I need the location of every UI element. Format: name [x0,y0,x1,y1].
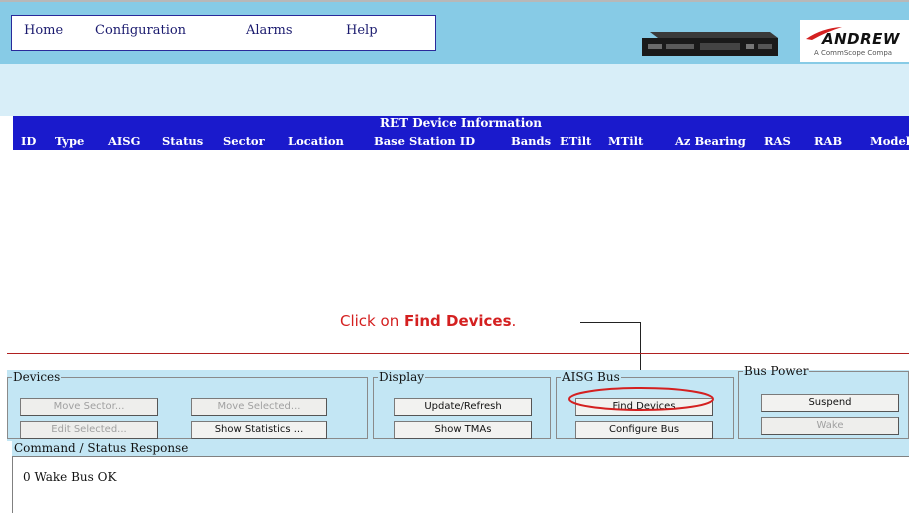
divider-rule [7,353,909,354]
col-base-station-id[interactable]: Base Station ID [374,134,475,148]
command-status-label: Command / Status Response [12,440,909,456]
suspend-button[interactable]: Suspend [761,394,899,412]
callout-emphasis: Find Devices [403,312,512,330]
nav-help[interactable]: Help [346,23,378,38]
show-tmas-button[interactable]: Show TMAs [394,421,532,439]
col-ras[interactable]: RAS [764,134,791,148]
callout-prefix: Click on [340,312,404,330]
bus-power-legend: Bus Power [744,364,809,378]
logo-tagline: A CommScope Compa [814,49,893,57]
col-sector[interactable]: Sector [223,134,265,148]
bus-power-group: Bus Power Suspend Wake [738,364,909,439]
configure-bus-button[interactable]: Configure Bus [575,421,713,439]
col-etilt[interactable]: ETilt [560,134,591,148]
aisg-bus-group: AISG Bus Find Devices Configure Bus [556,370,734,439]
col-rab[interactable]: RAB [814,134,842,148]
aisg-bus-legend: AISG Bus [562,370,620,384]
wake-button[interactable]: Wake [761,417,899,435]
devices-legend: Devices [13,370,61,384]
display-legend: Display [379,370,425,384]
col-id[interactable]: ID [21,134,36,148]
status-band [0,64,909,116]
main-nav: Home Configuration Alarms Help [11,15,436,51]
col-mtilt[interactable]: MTilt [608,134,643,148]
col-type[interactable]: Type [55,134,84,148]
control-panel: Devices Move Sector... Move Selected... … [7,364,909,441]
col-bands[interactable]: Bands [511,134,551,148]
col-status[interactable]: Status [162,134,203,148]
col-az-bearing[interactable]: Az Bearing [675,134,746,148]
command-status-text: 0 Wake Bus OK [23,470,117,484]
andrew-logo: ANDREW A CommScope Compa [800,20,909,62]
instruction-callout: Click on Find Devices. [340,312,516,330]
move-sector-button[interactable]: Move Sector... [20,398,158,416]
nav-configuration[interactable]: Configuration [95,23,186,38]
show-statistics-button[interactable]: Show Statistics ... [191,421,327,439]
nav-alarms[interactable]: Alarms [246,23,293,38]
edit-selected-button[interactable]: Edit Selected... [20,421,158,439]
col-model[interactable]: Model [870,134,909,148]
find-devices-button[interactable]: Find Devices [575,398,713,416]
col-location[interactable]: Location [288,134,344,148]
ret-table-title: RET Device Information [13,116,909,131]
top-header: Home Configuration Alarms Help ANDREW A … [0,0,909,66]
command-status-output: 0 Wake Bus OK [12,456,909,513]
col-aisg[interactable]: AISG [108,134,140,148]
nav-home[interactable]: Home [24,23,63,38]
ret-table-header: ID Type AISG Status Sector Location Base… [13,131,909,150]
callout-line-horizontal [580,322,641,323]
hardware-unit-image [642,32,778,56]
display-group: Display Update/Refresh Show TMAs [373,370,551,439]
logo-name: ANDREW [822,30,900,48]
move-selected-button[interactable]: Move Selected... [191,398,327,416]
devices-group: Devices Move Sector... Move Selected... … [7,370,368,439]
callout-suffix: . [511,312,517,330]
update-refresh-button[interactable]: Update/Refresh [394,398,532,416]
